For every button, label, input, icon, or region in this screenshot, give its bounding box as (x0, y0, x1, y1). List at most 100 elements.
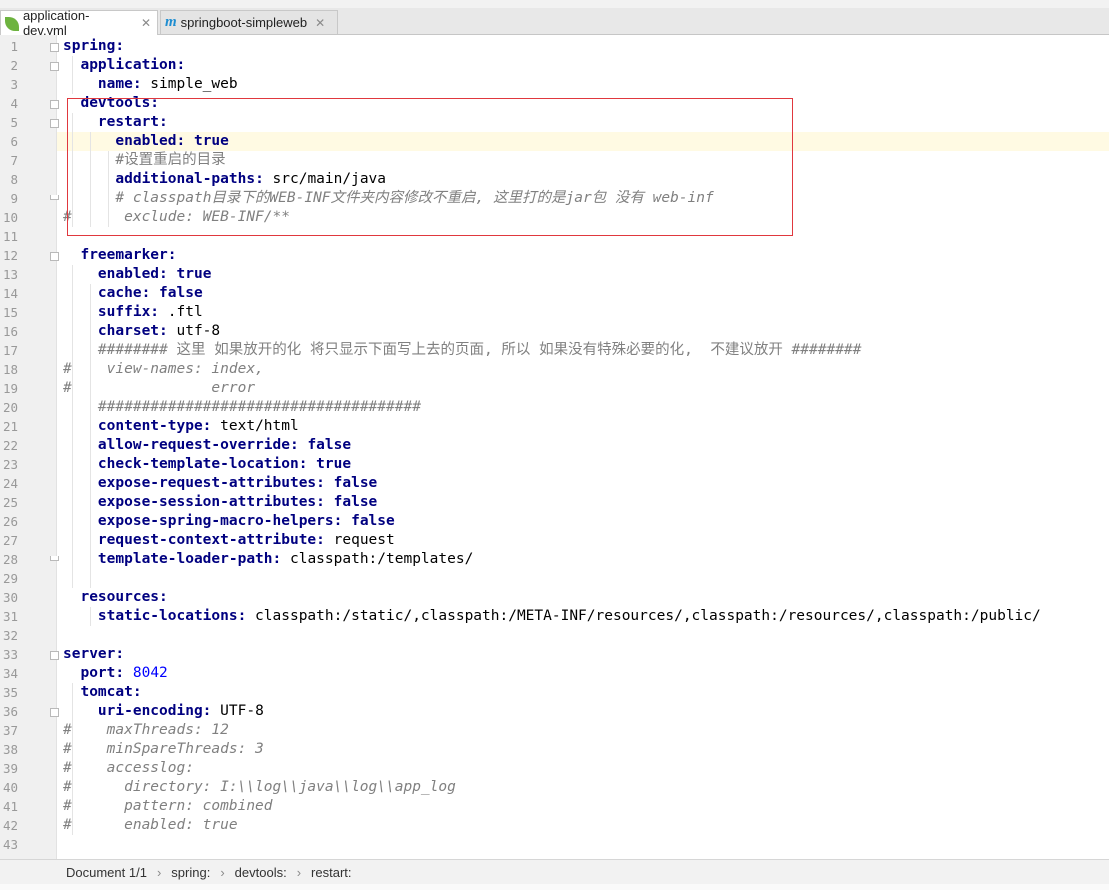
yaml-value (63, 494, 98, 510)
line-number: 18 (2, 362, 18, 377)
line-number: 11 (2, 229, 18, 244)
yaml-key: charset: (97, 323, 168, 339)
yaml-value (63, 76, 98, 92)
code-line[interactable]: cache: false (63, 284, 203, 303)
yaml-value (63, 513, 98, 529)
line-number: 7 (10, 153, 18, 168)
yaml-value (63, 418, 98, 434)
breadcrumb-bar: Document 1/1 › spring: › devtools: › res… (0, 859, 1109, 884)
code-line[interactable]: content-type: text/html (63, 417, 299, 436)
breadcrumb-item-restart[interactable]: restart: (311, 865, 351, 880)
yaml-value (63, 532, 98, 548)
close-icon[interactable]: ✕ (315, 16, 325, 30)
line-number: 24 (2, 476, 18, 491)
tab-application-dev-yml[interactable]: application-dev.yml ✕ (0, 8, 158, 38)
yaml-comment: # minSpareThreads: 3 (63, 741, 264, 757)
code-line[interactable]: static-locations: classpath:/static/,cla… (63, 607, 1041, 626)
code-line[interactable]: ######## 这里 如果放开的化 将只显示下面写上去的页面, 所以 如果没有… (63, 341, 861, 360)
code-line[interactable]: expose-spring-macro-helpers: false (63, 512, 395, 531)
line-number-gutter: 1 2 3 4 5 6 7 8 9 10 11 12 13 14 15 16 17 18 19 20 21 22 23 24 2… (0, 35, 59, 859)
yaml-value: simple_web (141, 76, 238, 92)
code-line[interactable]: check-template-location: true (63, 455, 351, 474)
code-line[interactable]: server: (63, 645, 124, 664)
fold-icon[interactable] (50, 43, 59, 52)
yaml-key: static-locations: (97, 608, 247, 624)
yaml-value: false (333, 475, 378, 491)
yaml-key: expose-session-attributes: (97, 494, 325, 510)
code-line[interactable]: enabled: true (63, 265, 212, 284)
code-line[interactable]: resources: (63, 588, 167, 607)
yaml-value: false (307, 437, 352, 453)
fold-icon[interactable] (50, 119, 59, 128)
document-indicator: Document 1/1 (66, 864, 147, 880)
code-line[interactable]: suffix: .ftl (63, 303, 203, 322)
breadcrumb-item-devtools[interactable]: devtools: (235, 865, 287, 880)
code-line[interactable]: application: (63, 56, 185, 75)
window-title-strip (0, 0, 1109, 8)
line-number: 17 (2, 343, 18, 358)
yaml-value (63, 57, 80, 73)
code-line[interactable]: # accesslog: (63, 759, 194, 778)
yaml-value (63, 285, 98, 301)
yaml-comment: # view-names: index, (63, 361, 264, 377)
tab-springboot-simpleweb[interactable]: m springboot-simpleweb ✕ (160, 10, 338, 34)
yaml-value (307, 456, 316, 472)
code-line[interactable]: # enabled: true (63, 816, 238, 835)
yaml-comment: # enabled: true (63, 817, 238, 833)
yaml-value (63, 266, 98, 282)
code-line[interactable]: allow-request-override: false (63, 436, 351, 455)
code-line[interactable]: name: simple_web (63, 75, 238, 94)
code-line[interactable]: tomcat: (63, 683, 142, 702)
line-number: 20 (2, 400, 18, 415)
yaml-key: server: (63, 646, 125, 662)
fold-icon[interactable] (50, 62, 59, 71)
code-line[interactable]: # directory: I:\\log\\java\\log\\app_log (63, 778, 456, 797)
code-line[interactable]: charset: utf-8 (63, 322, 220, 341)
yaml-value: false (333, 494, 378, 510)
code-line[interactable]: port: 8042 (63, 664, 168, 683)
yaml-value (168, 266, 177, 282)
fold-end-icon[interactable] (50, 195, 59, 200)
code-line[interactable]: ##################################### (63, 398, 421, 417)
code-line[interactable]: # error (63, 379, 255, 398)
code-editor[interactable]: 1 2 3 4 5 6 7 8 9 10 11 12 13 14 15 16 17 18 19 20 21 22 23 24 2… (0, 35, 1109, 859)
fold-icon[interactable] (50, 708, 59, 717)
yaml-comment: # pattern: combined (63, 798, 273, 814)
line-number: 8 (10, 172, 18, 187)
line-number: 31 (2, 609, 18, 624)
line-number: 38 (2, 742, 18, 757)
code-line[interactable]: spring: (63, 37, 124, 56)
fold-icon[interactable] (50, 252, 59, 261)
code-line[interactable]: # minSpareThreads: 3 (63, 740, 264, 759)
yaml-value: utf-8 (167, 323, 221, 339)
close-icon[interactable]: ✕ (141, 16, 151, 30)
fold-icon[interactable] (50, 100, 59, 109)
yaml-value: 8042 (132, 665, 168, 681)
line-number: 35 (2, 685, 18, 700)
code-line[interactable]: # pattern: combined (63, 797, 273, 816)
annotation-highlight-box (67, 98, 793, 236)
fold-icon[interactable] (50, 651, 59, 660)
breadcrumb-item-spring[interactable]: spring: (171, 865, 210, 880)
yaml-value: .ftl (159, 304, 203, 320)
code-line[interactable]: uri-encoding: UTF-8 (63, 702, 264, 721)
code-line[interactable]: freemarker: (63, 246, 176, 265)
line-number: 37 (2, 723, 18, 738)
code-line[interactable]: template-loader-path: classpath:/templat… (63, 550, 473, 569)
yaml-value (63, 399, 98, 415)
code-line[interactable]: expose-session-attributes: false (63, 493, 377, 512)
yaml-key: tomcat: (80, 684, 142, 700)
code-line[interactable]: request-context-attribute: request (63, 531, 395, 550)
yaml-value (63, 323, 98, 339)
code-line[interactable]: # view-names: index, (63, 360, 264, 379)
bottom-strip (0, 884, 1109, 890)
chevron-right-icon: › (156, 864, 162, 880)
yaml-value: false (159, 285, 203, 301)
line-number: 9 (10, 191, 18, 206)
code-line[interactable]: # maxThreads: 12 (63, 721, 229, 740)
line-number: 28 (2, 552, 18, 567)
code-line[interactable]: expose-request-attributes: false (63, 474, 377, 493)
line-number: 13 (2, 267, 18, 282)
fold-end-icon[interactable] (50, 556, 59, 561)
yaml-value: text/html (211, 418, 299, 434)
